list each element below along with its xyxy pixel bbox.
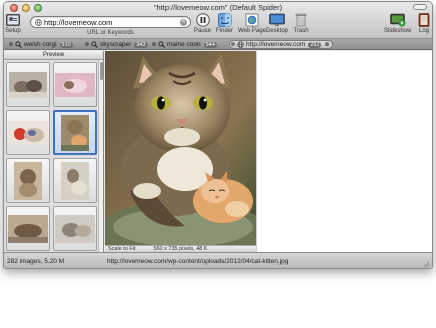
thumbnail[interactable] <box>53 62 97 107</box>
thumbnail[interactable] <box>6 206 50 251</box>
webpage-button[interactable]: Web Page <box>238 13 266 34</box>
slideshow-icon <box>389 13 406 27</box>
desktop-label: Desktop <box>266 28 289 34</box>
thumbnail[interactable] <box>6 158 50 203</box>
close-tab-icon[interactable]: ⊗ <box>8 41 14 48</box>
trash-button[interactable]: Trash <box>293 13 309 34</box>
thumbnail-image <box>14 161 42 200</box>
url-value: http://lovemeow.com <box>44 18 113 27</box>
image-info-bar: Scale to Fit 560 x 735 pixels, 48 K <box>105 245 256 252</box>
tab-maine-coon[interactable]: ⊗ maine coon 944 <box>151 40 217 49</box>
pause-label: Pause <box>194 28 212 34</box>
search-icon <box>158 41 165 48</box>
desktop-button[interactable]: Desktop <box>266 13 288 34</box>
pause-icon <box>195 13 210 27</box>
slideshow-button[interactable]: Slideshow <box>384 13 411 34</box>
url-input[interactable]: http://lovemeow.com × <box>30 16 191 28</box>
scrollbar-thumb[interactable] <box>100 62 103 80</box>
thumbnail-image <box>61 161 89 200</box>
trash-label: Trash <box>293 28 309 34</box>
finder-label: Finder <box>216 28 234 34</box>
tab-label: welsh corgi <box>24 41 57 48</box>
desktop-icon <box>269 13 285 26</box>
webpage-icon <box>245 13 259 27</box>
webpage-label: Web Page <box>238 28 266 34</box>
url-caption: URL or Keywords <box>87 30 134 36</box>
app-window: "http://lovemeow.com" (Default Spider) S… <box>3 1 433 269</box>
status-bar: 282 images, 5.20 M http://lovemeow.com/w… <box>4 252 432 268</box>
search-tabs-bar: ⊗ welsh corgi 910 ⊗ skyscraper 943 ⊗ mai… <box>4 39 432 50</box>
setup-label: Setup <box>5 28 21 34</box>
cat-kitten-image <box>98 51 268 261</box>
tab-lovemeow[interactable]: ⊗ http://lovemeow.com 282 ⊗ <box>229 40 334 49</box>
tab-count-badge: 943 <box>134 41 148 48</box>
close-tab-icon[interactable]: ⊗ <box>230 41 236 48</box>
toolbar-toggle-button[interactable] <box>413 4 427 10</box>
tab-skyscraper[interactable]: ⊗ skyscraper 943 <box>84 40 148 49</box>
image-count: 282 images, 5.20 M <box>7 258 65 265</box>
thumbnail[interactable] <box>6 110 50 155</box>
finder-icon <box>217 13 232 27</box>
close-tab-icon[interactable]: ⊗ <box>151 41 157 48</box>
tab-count-badge: 282 <box>308 41 322 48</box>
clear-url-icon[interactable]: × <box>180 19 187 26</box>
thumbnail-image <box>55 214 95 243</box>
window-title: "http://lovemeow.com" (Default Spider) <box>153 3 283 12</box>
resize-grip-icon[interactable] <box>423 261 430 268</box>
thumbnail[interactable] <box>53 206 97 251</box>
preview-sidebar: Preview <box>4 51 104 252</box>
tab-welsh-corgi[interactable]: ⊗ welsh corgi 910 <box>8 40 73 49</box>
tab-count-badge: 910 <box>59 41 73 48</box>
trash-icon <box>295 13 307 27</box>
image-path: http://lovemeow.com/wp-content/uploads/2… <box>107 258 289 265</box>
thumbnail-image <box>55 72 95 97</box>
tab-label: skyscraper <box>100 41 132 48</box>
tab-count-badge: 944 <box>203 41 217 48</box>
close-tab-icon[interactable]: ⊗ <box>84 41 90 48</box>
thumbnail[interactable] <box>53 158 97 203</box>
tab-label: http://lovemeow.com <box>246 41 306 48</box>
finder-button[interactable]: Finder <box>216 13 233 34</box>
thumbnail-selected[interactable] <box>53 110 97 155</box>
log-label: Log <box>418 28 429 34</box>
thumbnail[interactable] <box>6 62 50 107</box>
content-pane <box>256 51 432 252</box>
toolbar: "http://lovemeow.com" (Default Spider) S… <box>4 2 432 39</box>
tab-menu-icon[interactable]: ⊗ <box>324 41 329 48</box>
search-icon <box>15 41 22 48</box>
pause-button[interactable]: Pause <box>194 13 211 34</box>
search-icon <box>91 41 98 48</box>
log-button[interactable]: Log <box>416 13 432 34</box>
log-icon <box>418 13 430 27</box>
thumbnail-image <box>8 120 48 145</box>
globe-icon <box>35 19 42 26</box>
tab-label: maine coon <box>167 41 201 48</box>
sidebar-scrollbar[interactable] <box>98 60 103 252</box>
setup-icon <box>6 14 20 26</box>
thumbnail-image <box>8 214 48 243</box>
thumbnail-image <box>9 71 47 98</box>
globe-icon <box>237 41 244 48</box>
thumbnail-image <box>61 114 89 151</box>
image-viewer <box>98 51 268 261</box>
slideshow-label: Slideshow <box>384 28 412 34</box>
setup-button[interactable]: Setup <box>5 13 21 34</box>
preview-header: Preview <box>4 51 103 60</box>
